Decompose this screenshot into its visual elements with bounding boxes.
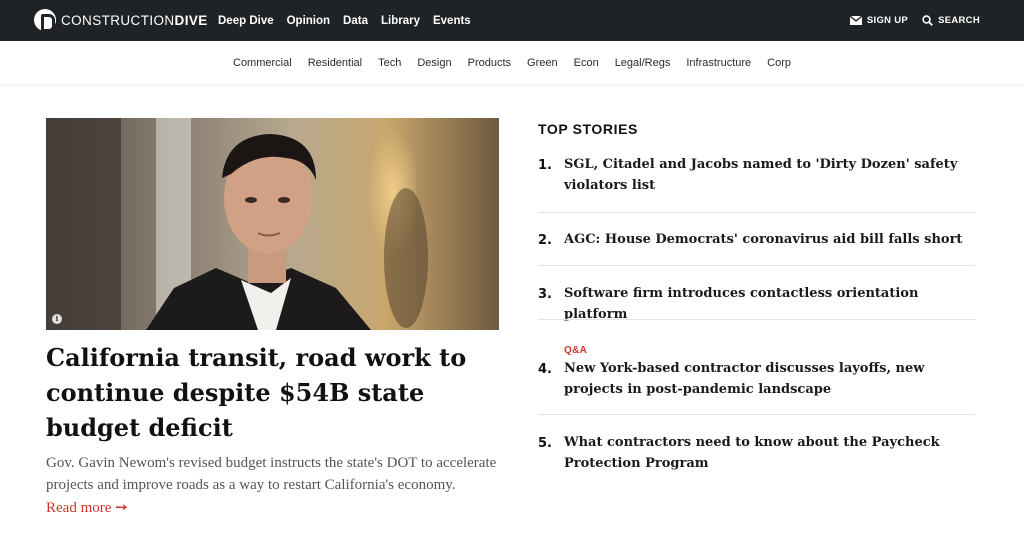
category-commercial[interactable]: Commercial <box>233 57 292 69</box>
story-number: 5. <box>538 436 552 451</box>
hero-photo <box>46 118 499 330</box>
search-icon <box>922 15 934 26</box>
category-corp[interactable]: Corp <box>767 57 791 69</box>
envelope-icon <box>849 16 862 25</box>
info-icon[interactable]: i <box>52 314 62 324</box>
logo-text: CONSTRUCTIONDIVE <box>61 12 208 28</box>
signup-label: SIGN UP <box>866 15 909 26</box>
search-label: SEARCH <box>938 15 980 26</box>
nav-deep-dive[interactable]: Deep Dive <box>218 15 274 27</box>
search-button[interactable]: SEARCH <box>922 15 980 26</box>
divider <box>538 265 975 266</box>
category-tech[interactable]: Tech <box>378 57 401 69</box>
category-infrastructure[interactable]: Infrastructure <box>686 57 751 69</box>
hero-headline[interactable]: California transit, road work to continu… <box>46 340 516 445</box>
category-residential[interactable]: Residential <box>308 57 362 69</box>
divider <box>538 319 975 320</box>
top-stories-heading: TOP STORIES <box>538 121 638 137</box>
nav-data[interactable]: Data <box>343 15 368 27</box>
story-number: 3. <box>538 287 552 302</box>
divider <box>538 212 975 213</box>
category-design[interactable]: Design <box>417 57 451 69</box>
story-number: 2. <box>538 233 552 248</box>
read-more-link[interactable]: Read more ➙ <box>46 498 128 517</box>
story-kicker[interactable]: Q&A <box>564 345 587 356</box>
top-nav-bar: CONSTRUCTIONDIVE Deep Dive Opinion Data … <box>0 0 1024 41</box>
nav-library[interactable]: Library <box>381 15 420 27</box>
hero-description: Gov. Gavin Newom's revised budget instru… <box>46 455 497 493</box>
utility-nav: SIGN UP SEARCH <box>836 0 980 41</box>
story-title[interactable]: AGC: House Democrats' coronavirus aid bi… <box>564 229 978 250</box>
category-legal-regs[interactable]: Legal/Regs <box>615 57 671 69</box>
category-econ[interactable]: Econ <box>574 57 599 69</box>
story-title[interactable]: SGL, Citadel and Jacobs named to 'Dirty … <box>564 154 978 196</box>
nav-events[interactable]: Events <box>433 15 471 27</box>
site-logo[interactable]: CONSTRUCTIONDIVE <box>34 9 208 32</box>
nav-opinion[interactable]: Opinion <box>287 15 330 27</box>
category-nav: Commercial Residential Tech Design Produ… <box>0 41 1024 85</box>
story-number: 1. <box>538 158 552 173</box>
main-nav: Deep Dive Opinion Data Library Events <box>218 0 484 41</box>
hero-image[interactable]: i <box>46 118 499 330</box>
category-green[interactable]: Green <box>527 57 558 69</box>
divider <box>538 414 975 415</box>
signup-button[interactable]: SIGN UP <box>849 15 909 26</box>
story-title[interactable]: New York-based contractor discusses layo… <box>564 358 978 400</box>
logo-icon <box>34 9 56 32</box>
story-number: 4. <box>538 362 552 377</box>
story-title[interactable]: What contractors need to know about the … <box>564 432 978 474</box>
category-products[interactable]: Products <box>468 57 511 69</box>
